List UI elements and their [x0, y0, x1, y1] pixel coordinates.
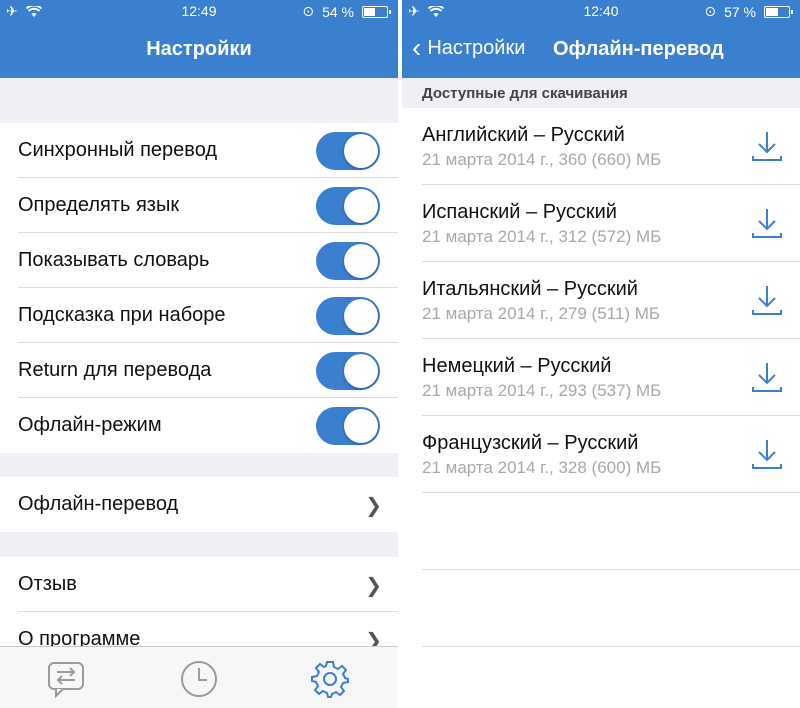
section-header: Доступные для скачивания — [402, 78, 800, 108]
language-pair: Немецкий – Русский — [422, 355, 612, 377]
toggle-row-dictionary: Показывать словарь — [0, 233, 398, 288]
row-label: Офлайн-перевод — [18, 493, 179, 515]
language-meta: 21 марта 2014 г., 312 (572) МБ — [422, 227, 662, 246]
download-icon[interactable] — [750, 436, 784, 472]
toggle-label: Показывать словарь — [18, 249, 210, 271]
status-bar: ✈ 12:40 ⊙ 57 % — [402, 0, 800, 24]
rotation-lock-icon: ⊙ — [302, 3, 315, 19]
history-clock-icon — [181, 661, 217, 697]
section-header-text: Доступные для скачивания — [422, 85, 628, 102]
toggle-row-offline-mode: Офлайн-режим — [0, 398, 398, 453]
return-translate-toggle[interactable] — [316, 352, 380, 390]
tab-settings[interactable] — [310, 659, 350, 699]
tab-bar — [0, 646, 398, 708]
offline-group: Офлайн-перевод ❯ — [0, 477, 398, 532]
settings-screen: ✈ 12:49 ⊙ 54 % Настройки Синхронный пере… — [0, 0, 398, 708]
page-title: Офлайн-перевод — [553, 38, 724, 60]
show-dictionary-toggle[interactable] — [316, 242, 380, 280]
language-pair: Испанский – Русский — [422, 201, 617, 223]
language-meta: 21 марта 2014 г., 279 (511) МБ — [422, 304, 661, 323]
page-title: Настройки — [146, 38, 252, 60]
toggle-row-suggestions: Подсказка при наборе — [0, 288, 398, 343]
language-pack-row: Испанский – Русский 21 марта 2014 г., 31… — [402, 185, 800, 262]
detect-language-toggle[interactable] — [316, 187, 380, 225]
language-pack-row: Английский – Русский 21 марта 2014 г., 3… — [402, 108, 800, 185]
toggle-label: Return для перевода — [18, 359, 212, 381]
battery-icon — [362, 5, 391, 18]
rotation-lock-icon: ⊙ — [704, 3, 717, 19]
language-pack-row: Итальянский – Русский 21 марта 2014 г., … — [402, 262, 800, 339]
offline-mode-toggle[interactable] — [316, 407, 380, 445]
tab-translate[interactable] — [46, 659, 86, 699]
offline-translation-row[interactable]: Офлайн-перевод ❯ — [0, 477, 398, 532]
offline-translation-screen: ✈ 12:40 ⊙ 57 % ‹ Настройки Офлайн-перево… — [402, 0, 800, 708]
download-icon[interactable] — [750, 205, 784, 241]
download-icon[interactable] — [750, 282, 784, 318]
toggle-row-sync: Синхронный перевод — [0, 123, 398, 178]
toggle-label: Подсказка при наборе — [18, 304, 226, 326]
row-label: Отзыв — [18, 573, 77, 595]
translate-icon — [48, 662, 84, 699]
toggle-group: Синхронный перевод Определять язык Показ… — [0, 123, 398, 453]
language-pack-row: Немецкий – Русский 21 марта 2014 г., 293… — [402, 339, 800, 416]
toggle-label: Офлайн-режим — [18, 414, 162, 436]
feedback-row[interactable]: Отзыв ❯ — [0, 557, 398, 612]
chevron-right-icon: ❯ — [365, 575, 382, 597]
language-meta: 21 марта 2014 г., 328 (600) МБ — [422, 458, 662, 477]
gear-icon — [311, 661, 349, 698]
typing-hint-toggle[interactable] — [316, 297, 380, 335]
toggle-row-return: Return для перевода — [0, 343, 398, 398]
battery-percent: 54 % — [322, 3, 354, 20]
toggle-label: Синхронный перевод — [18, 139, 218, 161]
download-icon[interactable] — [750, 128, 784, 164]
nav-bar: ‹ Настройки Офлайн-перевод — [402, 24, 800, 78]
status-bar: ✈ 12:49 ⊙ 54 % — [0, 0, 398, 24]
battery-icon — [764, 5, 793, 18]
language-meta: 21 марта 2014 г., 360 (660) МБ — [422, 150, 662, 169]
language-pack-row: Французский – Русский 21 марта 2014 г., … — [402, 416, 800, 493]
empty-row — [402, 493, 800, 570]
toggle-label: Определять язык — [18, 194, 180, 216]
back-label: Настройки — [427, 36, 526, 59]
toggle-row-detect-language: Определять язык — [0, 178, 398, 233]
sync-translation-toggle[interactable] — [316, 132, 380, 170]
download-icon[interactable] — [750, 359, 784, 395]
tab-history[interactable] — [179, 659, 219, 699]
language-pair: Английский – Русский — [422, 124, 625, 146]
language-meta: 21 марта 2014 г., 293 (537) МБ — [422, 381, 662, 400]
language-pair: Итальянский – Русский — [422, 278, 638, 300]
empty-row — [402, 570, 800, 647]
chevron-right-icon: ❯ — [365, 495, 382, 517]
language-pair: Французский – Русский — [422, 432, 639, 454]
chevron-left-icon: ‹ — [412, 32, 422, 63]
battery-percent: 57 % — [724, 3, 756, 20]
nav-bar: Настройки — [0, 24, 398, 78]
back-button[interactable]: ‹ Настройки — [412, 32, 526, 63]
